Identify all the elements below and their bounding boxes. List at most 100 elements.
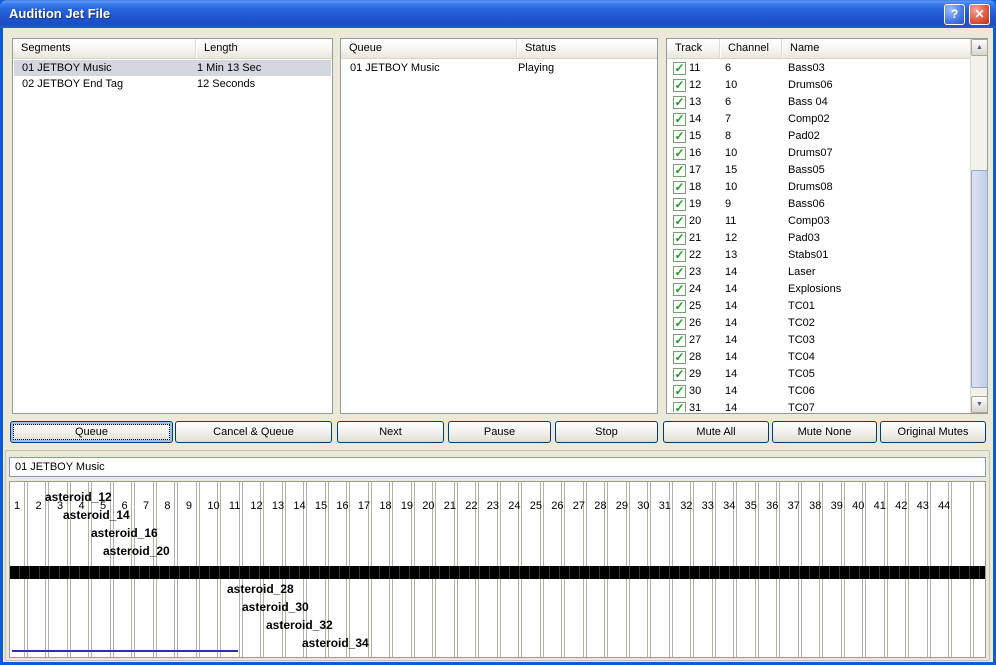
track-channel: 14 — [721, 349, 783, 366]
track-channel: 13 — [721, 247, 783, 264]
track-checkbox[interactable]: ✓ — [673, 62, 686, 75]
track-name: Bass03 — [783, 60, 969, 77]
queue-column-header[interactable]: Queue — [341, 39, 517, 58]
tracks-scrollbar[interactable]: ▲ ▼ — [970, 39, 987, 413]
timeline-marker: asteroid_28 — [227, 582, 294, 596]
track-checkbox[interactable]: ✓ — [673, 96, 686, 109]
channel-column-header[interactable]: Channel — [720, 39, 782, 58]
measure-number: 12 — [250, 500, 262, 512]
checkbox-cell: ✓ — [668, 94, 689, 111]
track-row[interactable]: ✓2714TC03 — [668, 332, 969, 349]
window-title: Audition Jet File — [9, 6, 110, 21]
measure-number: 22 — [465, 500, 477, 512]
scroll-up-icon[interactable]: ▲ — [971, 39, 988, 56]
track-row[interactable]: ✓116Bass03 — [668, 60, 969, 77]
track-checkbox[interactable]: ✓ — [673, 147, 686, 160]
segment-name: 01 JETBOY Music — [14, 60, 197, 76]
measure-number: 21 — [444, 500, 456, 512]
mute-all-button[interactable]: Mute All — [663, 421, 769, 443]
track-row[interactable]: ✓2414Explosions — [668, 281, 969, 298]
track-checkbox[interactable]: ✓ — [673, 385, 686, 398]
track-channel: 14 — [721, 383, 783, 400]
track-checkbox[interactable]: ✓ — [673, 300, 686, 313]
pause-button[interactable]: Pause — [448, 421, 551, 443]
status-column-header[interactable]: Status — [517, 39, 657, 58]
track-row[interactable]: ✓136Bass 04 — [668, 94, 969, 111]
track-number: 18 — [689, 179, 721, 196]
track-channel: 7 — [721, 111, 783, 128]
next-button[interactable]: Next — [337, 421, 444, 443]
scrollbar-thumb[interactable] — [971, 170, 988, 388]
name-column-header[interactable]: Name — [782, 39, 970, 58]
segments-list[interactable]: 01 JETBOY Music1 Min 13 Sec02 JETBOY End… — [14, 60, 331, 412]
track-row[interactable]: ✓158Pad02 — [668, 128, 969, 145]
timeline-marker: asteroid_14 — [63, 508, 130, 522]
track-checkbox[interactable]: ✓ — [673, 113, 686, 126]
track-column-header[interactable]: Track — [667, 39, 720, 58]
track-name: Drums08 — [783, 179, 969, 196]
queue-list[interactable]: 01 JETBOY MusicPlaying — [342, 60, 656, 412]
track-name: TC03 — [783, 332, 969, 349]
track-checkbox[interactable]: ✓ — [673, 368, 686, 381]
track-row[interactable]: ✓2112Pad03 — [668, 230, 969, 247]
track-row[interactable]: ✓2314Laser — [668, 264, 969, 281]
track-row[interactable]: ✓2514TC01 — [668, 298, 969, 315]
track-row[interactable]: ✓2011Comp03 — [668, 213, 969, 230]
track-row[interactable]: ✓1810Drums08 — [668, 179, 969, 196]
track-checkbox[interactable]: ✓ — [673, 402, 686, 412]
track-checkbox[interactable]: ✓ — [673, 164, 686, 177]
cancel-queue-button[interactable]: Cancel & Queue — [175, 421, 332, 443]
close-button[interactable]: ✕ — [969, 4, 990, 25]
track-name: Pad02 — [783, 128, 969, 145]
timeline[interactable]: 1234567891011121314151617181920212223242… — [9, 481, 986, 658]
segment-length: 1 Min 13 Sec — [197, 60, 331, 76]
track-checkbox[interactable]: ✓ — [673, 334, 686, 347]
track-checkbox[interactable]: ✓ — [673, 351, 686, 364]
stop-button[interactable]: Stop — [555, 421, 658, 443]
help-button[interactable]: ? — [944, 4, 965, 25]
track-channel: 14 — [721, 332, 783, 349]
measure-number: 41 — [874, 500, 886, 512]
track-checkbox[interactable]: ✓ — [673, 215, 686, 228]
track-checkbox[interactable]: ✓ — [673, 198, 686, 211]
track-row[interactable]: ✓199Bass06 — [668, 196, 969, 213]
track-name: Laser — [783, 264, 969, 281]
track-row[interactable]: ✓1210Drums06 — [668, 77, 969, 94]
track-checkbox[interactable]: ✓ — [673, 79, 686, 92]
measure-number: 39 — [831, 500, 843, 512]
current-segment-field[interactable]: 01 JETBOY Music — [9, 457, 986, 477]
track-checkbox[interactable]: ✓ — [673, 266, 686, 279]
length-column-header[interactable]: Length — [196, 39, 332, 58]
segment-row[interactable]: 01 JETBOY Music1 Min 13 Sec — [14, 60, 331, 76]
segment-length: 12 Seconds — [197, 76, 331, 92]
checkbox-cell: ✓ — [668, 213, 689, 230]
tracks-list[interactable]: ✓116Bass03✓1210Drums06✓136Bass 04✓147Com… — [668, 60, 969, 412]
mute-none-button[interactable]: Mute None — [772, 421, 877, 443]
track-checkbox[interactable]: ✓ — [673, 181, 686, 194]
track-checkbox[interactable]: ✓ — [673, 232, 686, 245]
queue-row[interactable]: 01 JETBOY MusicPlaying — [342, 60, 656, 76]
scroll-down-icon[interactable]: ▼ — [971, 396, 988, 413]
track-row[interactable]: ✓3114TC07 — [668, 400, 969, 412]
segment-row[interactable]: 02 JETBOY End Tag12 Seconds — [14, 76, 331, 92]
track-checkbox[interactable]: ✓ — [673, 130, 686, 143]
track-row[interactable]: ✓147Comp02 — [668, 111, 969, 128]
track-checkbox[interactable]: ✓ — [673, 249, 686, 262]
track-channel: 14 — [721, 281, 783, 298]
track-row[interactable]: ✓1610Drums07 — [668, 145, 969, 162]
queue-status: Playing — [518, 60, 656, 76]
track-row[interactable]: ✓2914TC05 — [668, 366, 969, 383]
track-checkbox[interactable]: ✓ — [673, 317, 686, 330]
track-row[interactable]: ✓2614TC02 — [668, 315, 969, 332]
track-row[interactable]: ✓2814TC04 — [668, 349, 969, 366]
original-mutes-button[interactable]: Original Mutes — [880, 421, 986, 443]
track-channel: 14 — [721, 400, 783, 412]
measure-number: 10 — [207, 500, 219, 512]
queue-button[interactable]: Queue — [10, 421, 173, 443]
segments-column-header[interactable]: Segments — [13, 39, 196, 58]
track-row[interactable]: ✓1715Bass05 — [668, 162, 969, 179]
track-row[interactable]: ✓3014TC06 — [668, 383, 969, 400]
track-row[interactable]: ✓2213Stabs01 — [668, 247, 969, 264]
track-checkbox[interactable]: ✓ — [673, 283, 686, 296]
checkbox-cell: ✓ — [668, 349, 689, 366]
